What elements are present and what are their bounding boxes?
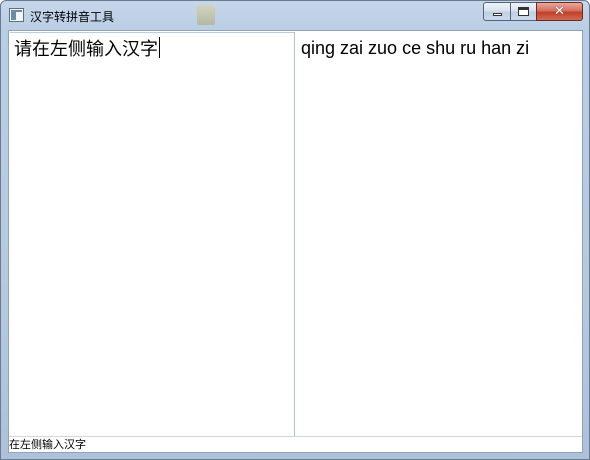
text-caret (159, 37, 160, 58)
minimize-button[interactable] (483, 2, 511, 21)
chinese-input-text: 请在左侧输入汉字 (14, 39, 158, 60)
minimize-icon (492, 13, 502, 16)
app-window-icon[interactable] (9, 8, 24, 22)
window-controls: ✕ (483, 2, 583, 22)
maximize-button[interactable] (510, 2, 537, 21)
status-text: 在左侧输入汉字 (9, 438, 86, 451)
close-icon: ✕ (554, 4, 565, 19)
close-button[interactable]: ✕ (536, 2, 583, 21)
chinese-input-field[interactable]: 请在左侧输入汉字 (10, 33, 294, 436)
status-bar: 在左侧输入汉字 (9, 436, 582, 452)
background-folder-icon (197, 5, 215, 25)
title-bar[interactable]: 汉字转拼音工具 ✕ (1, 1, 589, 30)
client-area: 请在左侧输入汉字 qing zai zuo ce shu ru han zi 在… (8, 30, 583, 453)
pinyin-output-text: qing zai zuo ce shu ru han zi (301, 38, 530, 58)
maximize-icon (518, 7, 529, 16)
pinyin-output-pane[interactable]: qing zai zuo ce shu ru han zi (297, 32, 582, 436)
window-title: 汉字转拼音工具 (30, 10, 115, 24)
app-window: 汉字转拼音工具 ✕ 请在左侧输入汉字 qing zai zuo ce shu r… (0, 0, 590, 460)
chinese-input-pane[interactable]: 请在左侧输入汉字 (10, 32, 295, 436)
